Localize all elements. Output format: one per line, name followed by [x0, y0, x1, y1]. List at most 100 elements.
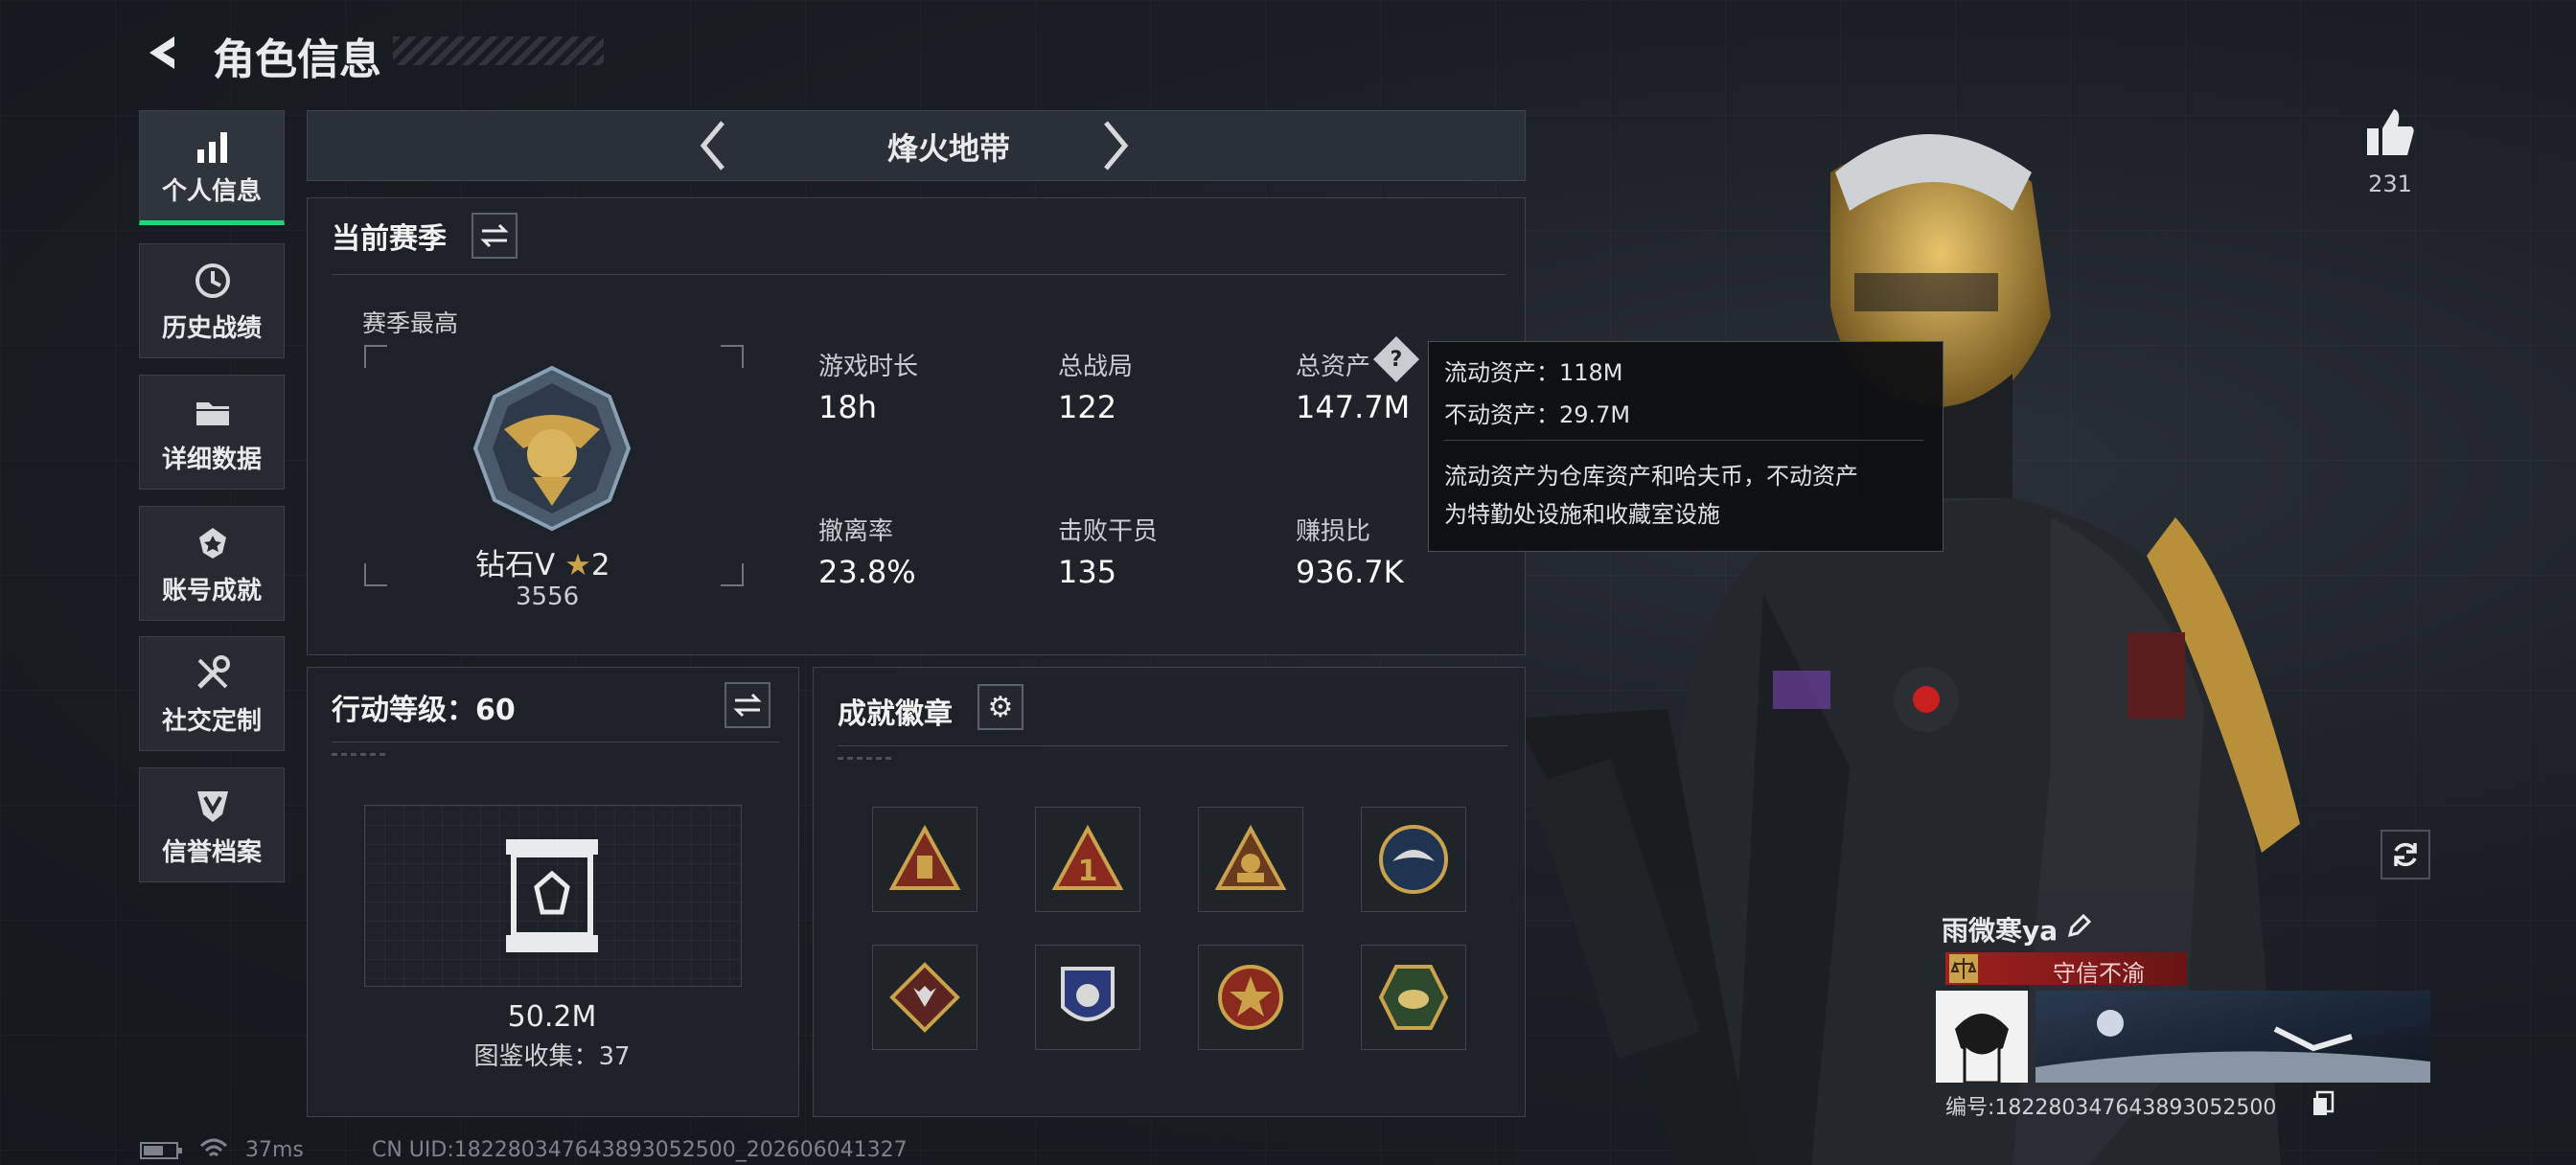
- display-case-icon: [506, 839, 598, 952]
- sidebar-item-credit-record[interactable]: 信誉档案: [139, 767, 285, 882]
- uid-text: CN UID:182280347643893052500_20260604132…: [372, 1138, 908, 1162]
- stat-value: 122: [1058, 389, 1117, 425]
- sidebar-item-label: 个人信息: [161, 177, 262, 206]
- swap-arrows-icon: [733, 693, 762, 718]
- triangle-badge-icon: [888, 824, 961, 890]
- sidebar-item-achievements[interactable]: 账号成就: [139, 506, 285, 621]
- bar-chart-icon: [197, 132, 227, 163]
- scale-icon: [1949, 954, 1978, 983]
- back-arrow-icon[interactable]: [142, 33, 182, 73]
- shield-icon: [197, 791, 228, 822]
- tooltip-line: 流动资产为仓库资产和哈夫币，不动资产: [1444, 463, 1858, 490]
- action-level-title: 行动等级：60: [332, 694, 516, 727]
- collection-value: 50.2M: [507, 1000, 597, 1034]
- stat-label: 总资产: [1296, 353, 1371, 381]
- rank-name-text: 钻石V: [475, 548, 556, 582]
- number-one-badge-icon: 1: [1051, 824, 1124, 890]
- svg-text:1: 1: [1078, 855, 1098, 888]
- hornet-badge-icon: [1378, 965, 1449, 1030]
- question-icon: ?: [1390, 347, 1403, 372]
- stat-value: 936.7K: [1296, 554, 1404, 590]
- collection-count: 图鉴收集：37: [473, 1042, 631, 1071]
- eagle-badge-icon: [1379, 825, 1448, 894]
- mode-label: 烽火地带: [886, 130, 1010, 167]
- tooltip-line: 流动资产：118M: [1444, 359, 1623, 386]
- title-decoration: [393, 36, 604, 65]
- season-title: 当前赛季: [332, 222, 447, 256]
- achievement-badge[interactable]: [1198, 807, 1303, 912]
- thumbs-up-icon[interactable]: [2363, 105, 2417, 159]
- achievement-badge[interactable]: [1361, 807, 1466, 912]
- stat-label: 赚损比: [1296, 517, 1371, 546]
- frame-corner: [721, 563, 744, 586]
- tooltip-line: 不动资产：29.7M: [1444, 401, 1631, 428]
- star-badge-icon: [1218, 965, 1283, 1030]
- asset-tooltip: 流动资产：118M 不动资产：29.7M 流动资产为仓库资产和哈夫币，不动资产 …: [1428, 341, 1944, 552]
- star-icon: ★: [564, 548, 591, 582]
- achievement-badge[interactable]: [1035, 945, 1140, 1050]
- rank-stars: 2: [590, 548, 610, 582]
- divider: [1444, 440, 1923, 441]
- sidebar-item-label: 历史战绩: [161, 314, 262, 343]
- sidebar-item-social-custom[interactable]: 社交定制: [139, 636, 285, 751]
- profile-banner: [2036, 991, 2430, 1083]
- sidebar-item-history[interactable]: 历史战绩: [139, 243, 285, 358]
- dash-decoration: [838, 757, 895, 760]
- stat-label: 击败干员: [1058, 517, 1159, 546]
- dash-decoration: [332, 753, 389, 756]
- ping-text: 37ms: [245, 1138, 304, 1162]
- avatar[interactable]: [1936, 991, 2028, 1083]
- stat-value: 18h: [818, 389, 877, 425]
- stat-value: 23.8%: [818, 554, 916, 590]
- achievement-badge[interactable]: [872, 945, 978, 1050]
- refresh-icon: [2394, 842, 2417, 867]
- sidebar-item-label: 账号成就: [161, 577, 262, 605]
- achievement-badge[interactable]: 1: [1035, 807, 1140, 912]
- tools-icon: [197, 655, 230, 689]
- season-best-label: 赛季最高: [362, 309, 459, 337]
- police-badge-icon: [1061, 967, 1115, 1021]
- stat-label: 撤离率: [818, 517, 894, 546]
- folder-icon: [196, 402, 229, 425]
- player-name: 雨微寒ya: [1942, 915, 2058, 947]
- achievements-settings-button[interactable]: ⚙: [978, 684, 1024, 730]
- wifi-icon: [199, 1138, 228, 1157]
- sidebar-item-detailed-data[interactable]: 详细数据: [139, 375, 285, 490]
- squad-badge-icon: [1214, 824, 1287, 890]
- divider: [332, 274, 1506, 275]
- divider: [838, 745, 1508, 746]
- frame-corner: [721, 345, 744, 368]
- refresh-button[interactable]: [2380, 830, 2430, 879]
- frame-corner: [364, 345, 387, 368]
- chevron-left-icon[interactable]: [696, 119, 728, 172]
- sidebar-item-label: 详细数据: [161, 445, 262, 474]
- action-level-switch-button[interactable]: [724, 682, 770, 728]
- rank-score: 3556: [516, 582, 580, 611]
- sidebar-item-label: 社交定制: [161, 707, 262, 736]
- sidebar-item-personal-info[interactable]: 个人信息: [139, 110, 285, 225]
- rank-emblem-icon: [472, 365, 632, 532]
- history-clock-icon: [196, 263, 230, 298]
- edit-pencil-icon[interactable]: [2066, 912, 2093, 939]
- copy-icon[interactable]: [2312, 1090, 2334, 1117]
- season-switch-button[interactable]: [472, 213, 518, 259]
- like-count: 231: [2368, 171, 2412, 197]
- achievement-badge[interactable]: [1361, 945, 1466, 1050]
- stat-value: 135: [1058, 554, 1117, 590]
- chevron-right-icon[interactable]: [1100, 119, 1133, 172]
- achievements-title: 成就徽章: [838, 697, 953, 731]
- achievement-badge[interactable]: [872, 807, 978, 912]
- medal-icon: [199, 528, 226, 559]
- stat-label: 总战局: [1058, 353, 1134, 381]
- frame-corner: [364, 563, 387, 586]
- page-title: 角色信息: [213, 35, 381, 84]
- rank-name: 钻石V ★2: [475, 540, 610, 583]
- tooltip-line: 为特勤处设施和收藏室设施: [1444, 501, 1720, 528]
- player-id: 编号:182280347643893052500: [1945, 1096, 2277, 1120]
- stat-value: 147.7M: [1296, 389, 1411, 425]
- achievement-badge[interactable]: [1198, 945, 1303, 1050]
- credit-tag-text: 守信不渝: [2053, 960, 2145, 987]
- stat-label: 游戏时长: [818, 353, 919, 381]
- wolf-badge-icon: [889, 962, 960, 1033]
- battery-icon: [140, 1142, 182, 1159]
